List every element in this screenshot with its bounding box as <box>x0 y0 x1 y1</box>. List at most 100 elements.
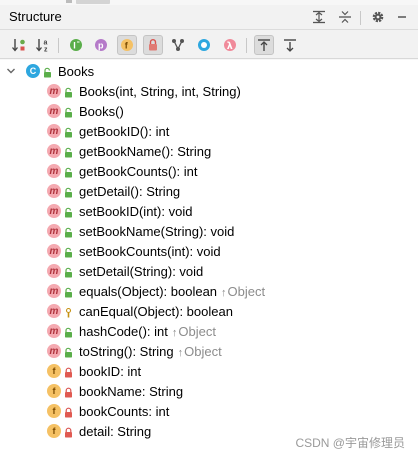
show-properties-button[interactable]: p <box>91 35 111 55</box>
tree-field-row[interactable]: f bookName: String <box>0 381 418 401</box>
method-signature: setDetail(String): void <box>79 263 204 279</box>
tree-method-row[interactable]: m setBookName(String): void <box>0 221 418 241</box>
settings-button[interactable] <box>369 8 387 26</box>
method-icon: m <box>47 84 61 98</box>
sort-by-visibility-button[interactable] <box>9 35 29 55</box>
method-signature: Books() <box>79 103 124 119</box>
sort-visibility-icon <box>12 39 25 52</box>
lambda-icon: λ <box>224 39 236 52</box>
expand-all-button[interactable] <box>310 8 328 26</box>
protected-access-icon <box>64 306 73 317</box>
svg-text:I: I <box>73 41 76 51</box>
top-edge-fragment <box>76 0 110 4</box>
show-fields-button[interactable]: f <box>117 35 137 55</box>
method-icon: m <box>47 284 61 298</box>
public-access-icon <box>64 286 73 297</box>
hierarchy-icon <box>172 39 184 51</box>
method-icon: m <box>47 204 61 218</box>
tree-method-row[interactable]: m toString(): String ↑Object <box>0 341 418 361</box>
public-access-icon <box>64 186 73 197</box>
class-name: Books <box>58 63 95 79</box>
collapse-all-button[interactable] <box>336 8 354 26</box>
show-non-public-button[interactable] <box>143 35 163 55</box>
structure-tree: C Books m Books(int, String, int, String)… <box>0 60 418 459</box>
tree-method-row[interactable]: m equals(Object): boolean ↑Object <box>0 281 418 301</box>
collapse-all-icon <box>339 11 351 23</box>
show-inherited-button[interactable]: I <box>66 35 86 55</box>
minimize-icon <box>398 16 406 18</box>
tree-method-row[interactable]: m Books(int, String, int, String) <box>0 81 418 101</box>
sort-alphabetically-button[interactable]: a z <box>33 35 53 55</box>
method-signature: getBookID(): int <box>79 123 170 139</box>
field-signature: bookID: int <box>79 363 142 379</box>
method-signature: getBookName(): String <box>79 143 212 159</box>
method-signature: getBookCounts(): int <box>79 163 198 179</box>
chevron-down-icon[interactable] <box>6 66 16 76</box>
public-access-icon <box>64 106 73 117</box>
method-signature: Books(int, String, int, String) <box>79 83 241 99</box>
method-signature: setBookName(String): void <box>79 223 235 239</box>
tree-method-row[interactable]: m setBookCounts(int): void <box>0 241 418 261</box>
method-icon: m <box>47 244 61 258</box>
tree-method-row[interactable]: m hashCode(): int ↑Object <box>0 321 418 341</box>
field-signature: detail: String <box>79 423 152 439</box>
method-signature: equals(Object): boolean <box>79 283 218 299</box>
method-signature: canEqual(Object): boolean <box>79 303 233 319</box>
tree-root-row[interactable]: C Books <box>0 61 418 81</box>
anonymous-class-icon <box>198 39 210 51</box>
method-icon: m <box>47 164 61 178</box>
structure-panel-header: Structure <box>0 5 418 30</box>
tree-method-row[interactable]: m getDetail(): String <box>0 181 418 201</box>
up-arrow-icon: ↑ <box>221 286 227 299</box>
field-signature: bookCounts: int <box>79 403 170 419</box>
method-icon: m <box>47 144 61 158</box>
svg-text:p: p <box>98 41 104 51</box>
autoscroll-to-source-button[interactable] <box>254 35 274 55</box>
super-class-name: Object <box>178 323 216 339</box>
tree-method-row[interactable]: m getBookName(): String <box>0 141 418 161</box>
tree-method-row[interactable]: m getBookCounts(): int <box>0 161 418 181</box>
property-icon: p <box>95 39 107 51</box>
public-access-icon <box>64 226 73 237</box>
field-icon: f <box>47 364 61 378</box>
tree-field-row[interactable]: f bookCounts: int <box>0 401 418 421</box>
autoscroll-from-source-button[interactable] <box>280 35 300 55</box>
field-icon: f <box>47 384 61 398</box>
method-icon: m <box>47 304 61 318</box>
watermark-text: CSDN @宇宙修理员 <box>295 436 405 450</box>
field-icon: f <box>47 424 61 438</box>
private-access-icon <box>64 366 73 377</box>
private-access-icon <box>64 426 73 437</box>
hide-panel-button[interactable] <box>393 8 411 26</box>
inherited-from-label: ↑Object <box>221 284 265 299</box>
field-icon: f <box>47 404 61 418</box>
gear-icon <box>372 11 384 23</box>
public-access-icon <box>64 166 73 177</box>
expand-all-icon <box>313 10 325 24</box>
header-separator <box>360 11 361 25</box>
class-icon: C <box>26 64 40 78</box>
tree-method-row[interactable]: m setDetail(String): void <box>0 261 418 281</box>
show-lambdas-button[interactable]: λ <box>220 35 240 55</box>
method-signature: toString(): String <box>79 343 174 359</box>
public-access-icon <box>64 346 73 357</box>
method-signature: getDetail(): String <box>79 183 181 199</box>
super-class-name: Object <box>227 283 266 299</box>
method-icon: m <box>47 104 61 118</box>
super-class-name: Object <box>184 343 222 359</box>
private-access-icon <box>64 386 73 397</box>
private-access-icon <box>64 406 73 417</box>
public-access-icon <box>64 86 73 97</box>
tree-method-row[interactable]: m getBookID(): int <box>0 121 418 141</box>
method-signature: hashCode(): int <box>79 323 168 339</box>
field-signature: bookName: String <box>79 383 184 399</box>
tree-field-row[interactable]: f bookID: int <box>0 361 418 381</box>
tree-method-row[interactable]: m setBookID(int): void <box>0 201 418 221</box>
svg-text:λ: λ <box>227 41 233 52</box>
show-anonymous-button[interactable] <box>168 35 188 55</box>
tree-method-row[interactable]: m Books() <box>0 101 418 121</box>
inherited-from-label: ↑Object <box>172 324 216 339</box>
public-access-icon <box>43 66 52 77</box>
tree-method-row[interactable]: m canEqual(Object): boolean <box>0 301 418 321</box>
show-lambdas-circle-button[interactable] <box>194 35 214 55</box>
